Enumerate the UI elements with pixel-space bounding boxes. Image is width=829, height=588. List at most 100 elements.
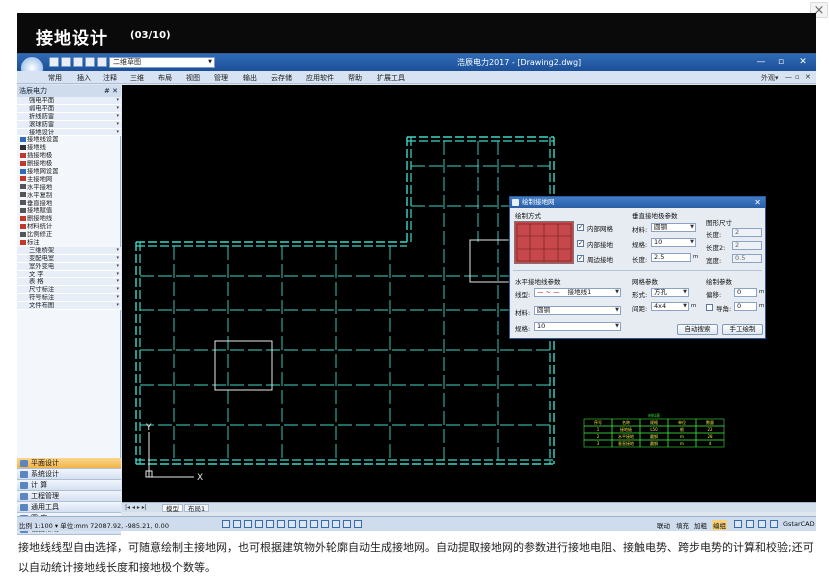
sidebar-row[interactable]: 表 格 ▾ [17,278,121,287]
v-spec-select[interactable]: 10 ▼ [651,238,696,247]
v-material-select[interactable]: 圆钢 ▼ [651,223,696,232]
doc-minimize-button[interactable]: — [785,73,792,81]
dialog-title-bar[interactable]: 绘制接地网 ✕ [510,197,765,208]
lock-icon[interactable] [734,520,742,528]
h-linetype-select[interactable]: — ~ — 接地线1 ▼ [534,288,621,297]
inner-ground-checkbox[interactable]: ✓ [577,240,584,247]
tab-model[interactable]: 模型 [162,504,183,513]
sidebar-row[interactable]: 滚球防雷 ▾ [17,120,121,129]
sidebar-row[interactable]: 变配电室 ▾ [17,254,121,263]
minimize-button[interactable]: — [753,56,769,69]
menu-layout[interactable]: 布局 [158,73,172,83]
sidebar-row[interactable]: 水平复制 [17,192,121,200]
selection-cycle-icon[interactable] [310,520,318,528]
otrack-icon[interactable] [277,520,285,528]
inner-grid-checkbox[interactable]: ✓ [577,224,584,231]
sidebar-row[interactable]: 标注 [17,239,121,247]
sidebar-row[interactable]: 接地赋值 [17,207,121,215]
close-window-button[interactable]: ✕ [795,56,811,69]
sidebar-row[interactable]: 比例修正 [17,231,121,239]
sidebar-pin-close-icon[interactable]: # ✕ [104,85,118,97]
sidebar-category[interactable]: 系统设计 [17,469,121,480]
ortho-icon[interactable] [244,520,252,528]
dialog-close-button[interactable]: ✕ [754,197,761,208]
sidebar-row[interactable]: 折线防雷 ▾ [17,112,121,121]
save-file-icon[interactable] [73,57,83,67]
menu-output[interactable]: 输出 [243,73,257,83]
grid-form-select[interactable]: 方孔 ▼ [651,288,689,297]
snap-icon[interactable] [222,520,230,528]
grid-spacing-select[interactable]: 4x4 ▼ [651,302,689,311]
sidebar-row[interactable]: 主接地网 [17,176,121,184]
menu-apps[interactable]: 应用软件 [306,73,334,83]
clean-screen-icon[interactable] [758,520,766,528]
menu-view[interactable]: 视图 [186,73,200,83]
annotation-icon[interactable] [332,520,340,528]
h-spec-select[interactable]: 10 ▼ [534,322,621,331]
doc-close-button[interactable]: ✕ [805,73,811,81]
sidebar-row[interactable]: 接地设计 ▾ [17,128,121,137]
sidebar-row[interactable]: 垂直接地 [17,200,121,208]
sidebar-row[interactable]: 三维桥架 ▾ [17,246,121,255]
lineweight-icon[interactable] [288,520,296,528]
sidebar-category[interactable]: 工程管理 [17,491,121,502]
offset-input[interactable]: 0 [734,288,757,297]
sidebar-row[interactable]: 尺寸标注 ▾ [17,286,121,295]
scale-icon[interactable] [343,520,351,528]
menu-insert[interactable]: 插入 [77,73,91,83]
bulb-icon[interactable] [746,520,754,528]
new-file-icon[interactable] [49,57,59,67]
sidebar-row[interactable]: 接地线 [17,144,121,152]
sidebar-row[interactable]: 文件布图 ▾ [17,302,121,311]
sidebar-row[interactable]: 接地线设置 [17,136,121,144]
sidebar-row[interactable]: 接地网设置 [17,168,121,176]
menu-help[interactable]: 帮助 [348,73,362,83]
maximize-button[interactable]: ▫ [773,56,789,69]
grid-icon[interactable] [233,520,241,528]
toggle-fill[interactable]: 填充 [676,520,689,530]
corner-input[interactable]: 0 [734,302,757,311]
menu-common[interactable]: 常用 [48,73,62,83]
sidebar-category[interactable]: 平面设计 [17,458,121,469]
polar-icon[interactable] [255,520,263,528]
doc-restore-button[interactable]: ▫ [795,73,800,81]
sidebar-category[interactable]: 通用工具 [17,502,121,513]
sidebar-row[interactable]: 插接地极 [17,152,121,160]
tab-navigation-arrows[interactable]: |◂ ◂ ▸ ▸| [125,504,147,511]
sidebar-row[interactable]: 材料统计 [17,223,121,231]
dynamic-input-icon[interactable] [299,520,307,528]
v-length-input[interactable]: 2.5 [651,253,691,262]
menu-cloud[interactable]: 云存储 [271,73,292,83]
shape-len1-input[interactable]: 2 [732,228,762,237]
sidebar-row[interactable]: 符号标注 ▾ [17,294,121,303]
sidebar-row[interactable]: 删接地线 [17,215,121,223]
osnap-icon[interactable] [266,520,274,528]
manual-draw-button[interactable]: 手工绘制 [722,324,763,335]
tab-layout1[interactable]: 布局1 [184,504,210,513]
toggle-linkage[interactable]: 联动 [657,520,670,530]
h-material-select[interactable]: 圆钢 ▼ [534,306,621,315]
toggle-bold[interactable]: 加粗 [694,520,707,530]
shape-width-input[interactable]: 0.5 [732,254,762,263]
menu-ext-tools[interactable]: 扩展工具 [377,73,405,83]
workspace-switch-icon[interactable] [354,520,362,528]
toggle-group[interactable]: 编组 [712,520,727,530]
appearance-menu[interactable]: 外观▾ [761,73,779,83]
undo-icon[interactable] [97,57,107,67]
sidebar-row[interactable]: 室外变电 ▾ [17,262,121,271]
menu-manage[interactable]: 管理 [214,73,228,83]
menu-annotate[interactable]: 注释 [103,73,117,83]
sidebar-row[interactable]: 文 字 ▾ [17,270,121,279]
shape-len2-input[interactable]: 2 [732,241,762,250]
auto-search-button[interactable]: 自动搜索 [677,324,718,335]
print-icon[interactable] [85,57,95,67]
corner-checkbox[interactable] [706,304,713,311]
sidebar-row[interactable]: 强电平面 ▾ [17,97,121,105]
workspace-select[interactable]: 二维草图 ▼ [109,57,215,68]
perimeter-ground-checkbox[interactable]: ✓ [577,255,584,262]
window-layout-icon[interactable] [770,520,778,528]
sidebar-row[interactable]: 删接地极 [17,160,121,168]
sidebar-category[interactable]: 计 算 [17,480,121,491]
open-file-icon[interactable] [61,57,71,67]
sidebar-row[interactable]: 弱电平面 ▾ [17,104,121,113]
